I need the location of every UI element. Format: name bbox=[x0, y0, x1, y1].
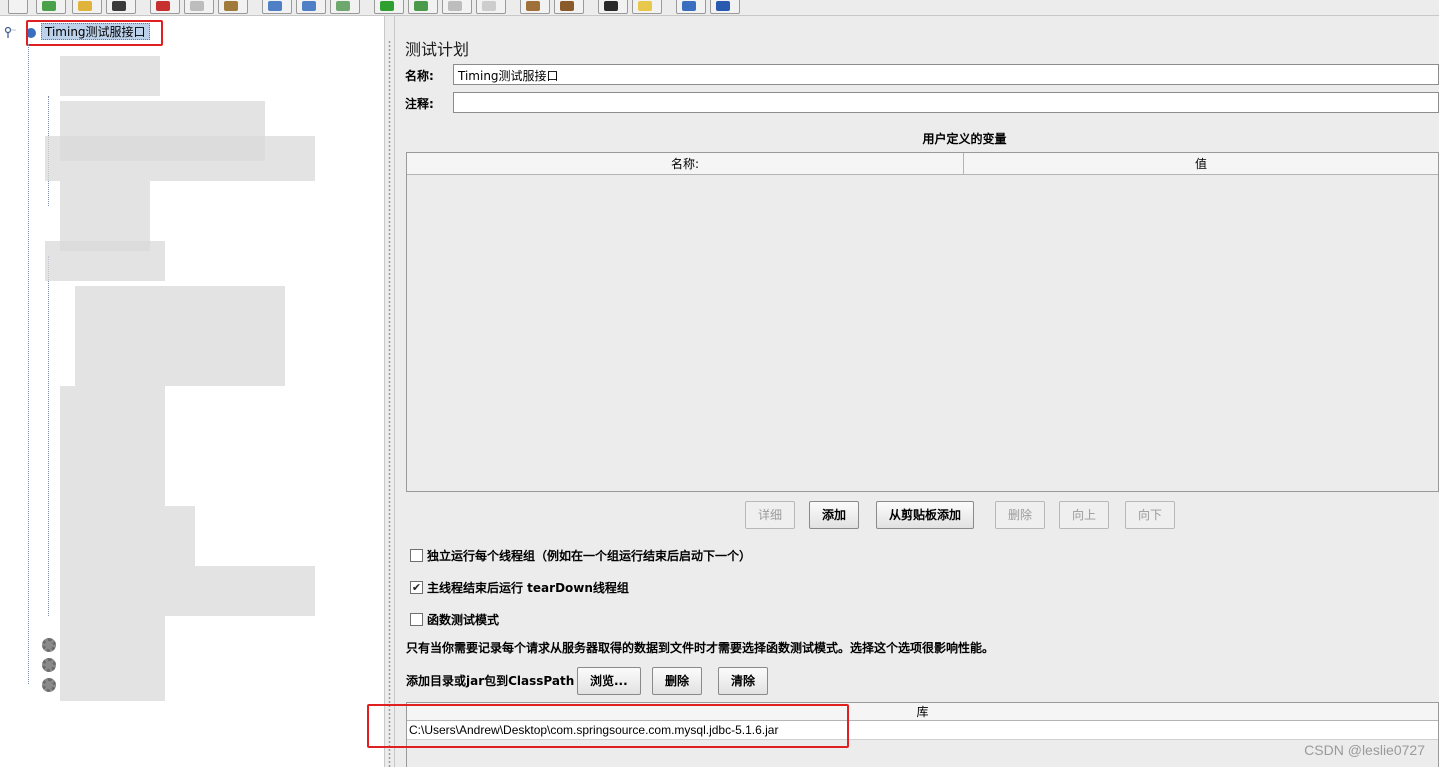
save-icon[interactable] bbox=[106, 0, 136, 14]
config-element-icon bbox=[42, 658, 56, 672]
serialize-thread-groups-checkbox[interactable] bbox=[410, 549, 423, 562]
functional-mode-label: 函数测试模式 bbox=[427, 613, 500, 627]
table-header: 名称: 值 bbox=[407, 153, 1438, 175]
paste-icon[interactable] bbox=[218, 0, 248, 14]
obscured-tree-nodes bbox=[60, 506, 195, 566]
clear-all-icon[interactable] bbox=[554, 0, 584, 14]
tree-connector-line bbox=[48, 256, 49, 616]
move-down-button[interactable]: 向下 bbox=[1125, 501, 1176, 529]
add-button[interactable]: 添加 bbox=[809, 501, 860, 529]
clear-classpath-button[interactable]: 清除 bbox=[718, 667, 769, 695]
move-up-button[interactable]: 向上 bbox=[1059, 501, 1110, 529]
name-field[interactable]: Timing测试服接口 bbox=[453, 64, 1439, 85]
teardown-on-shutdown-label: 主线程结束后运行 tearDown线程组 bbox=[427, 581, 629, 595]
comment-field[interactable] bbox=[453, 92, 1439, 113]
serialize-thread-groups-label: 独立运行每个线程组（例如在一个组运行结束后启动下一个） bbox=[427, 549, 752, 563]
obscured-tree-nodes bbox=[45, 136, 315, 181]
add-from-clipboard-button[interactable]: 从剪贴板添加 bbox=[876, 501, 975, 529]
delete-variable-button[interactable]: 删除 bbox=[995, 501, 1046, 529]
stop-icon[interactable] bbox=[442, 0, 472, 14]
browse-button[interactable]: 浏览... bbox=[577, 667, 641, 695]
name-label: 名称: bbox=[405, 69, 434, 83]
functional-mode-note: 只有当你需要记录每个请求从服务器取得的数据到文件时才需要选择函数测试模式。选择这… bbox=[406, 641, 995, 655]
user-variables-title: 用户定义的变量 bbox=[922, 132, 1007, 146]
functional-mode-checkbox[interactable] bbox=[410, 613, 423, 626]
start-no-pause-icon[interactable] bbox=[408, 0, 438, 14]
test-plan-editor: 测试计划 名称: Timing测试服接口 注释: 用户定义的变量 名称: 值 详… bbox=[367, 16, 1439, 767]
column-header-name[interactable]: 名称: bbox=[407, 153, 964, 175]
toolbar bbox=[0, 0, 1439, 16]
expand-icon[interactable] bbox=[262, 0, 292, 14]
obscured-tree-nodes bbox=[45, 241, 165, 281]
cut-icon[interactable] bbox=[150, 0, 180, 14]
classpath-label: 添加目录或jar包到ClassPath bbox=[406, 674, 575, 688]
highlight-box-test-plan bbox=[26, 20, 163, 46]
copy-icon[interactable] bbox=[184, 0, 214, 14]
column-header-value[interactable]: 值 bbox=[964, 153, 1438, 175]
teardown-on-shutdown-checkbox[interactable]: ✔ bbox=[410, 581, 423, 594]
tree-expand-handle-icon[interactable] bbox=[4, 26, 16, 38]
panel-title: 测试计划 bbox=[405, 40, 470, 59]
split-pane-divider[interactable] bbox=[384, 16, 395, 767]
reset-search-icon[interactable] bbox=[632, 0, 662, 14]
templates-icon[interactable] bbox=[36, 0, 66, 14]
config-element-icon bbox=[42, 638, 56, 652]
tree-connector-line bbox=[28, 44, 29, 684]
collapse-icon[interactable] bbox=[296, 0, 326, 14]
obscured-tree-nodes bbox=[60, 56, 160, 96]
obscured-tree-nodes bbox=[60, 566, 315, 616]
comment-label: 注释: bbox=[405, 97, 434, 111]
help-icon[interactable] bbox=[710, 0, 740, 14]
highlight-box-classpath-entry bbox=[367, 704, 849, 748]
start-icon[interactable] bbox=[374, 0, 404, 14]
shutdown-icon[interactable] bbox=[476, 0, 506, 14]
toggle-icon[interactable] bbox=[330, 0, 360, 14]
name-row: 名称: Timing测试服接口 bbox=[405, 64, 1439, 86]
new-icon[interactable] bbox=[8, 0, 28, 14]
clear-icon[interactable] bbox=[520, 0, 550, 14]
comment-row: 注释: bbox=[405, 92, 1439, 114]
obscured-tree-nodes bbox=[60, 616, 165, 701]
user-variables-table[interactable]: 名称: 值 bbox=[406, 152, 1439, 492]
delete-classpath-button[interactable]: 删除 bbox=[652, 667, 703, 695]
detail-button[interactable]: 详细 bbox=[745, 501, 796, 529]
config-element-icon bbox=[42, 678, 56, 692]
obscured-tree-nodes bbox=[60, 386, 165, 506]
function-helper-icon[interactable] bbox=[676, 0, 706, 14]
test-plan-tree[interactable]: Timing测试服接口 bbox=[0, 16, 384, 767]
obscured-tree-nodes bbox=[75, 286, 285, 386]
search-icon[interactable] bbox=[598, 0, 628, 14]
open-icon[interactable] bbox=[72, 0, 102, 14]
divider-grip bbox=[388, 40, 391, 767]
watermark: CSDN @leslie0727 bbox=[1304, 742, 1425, 758]
